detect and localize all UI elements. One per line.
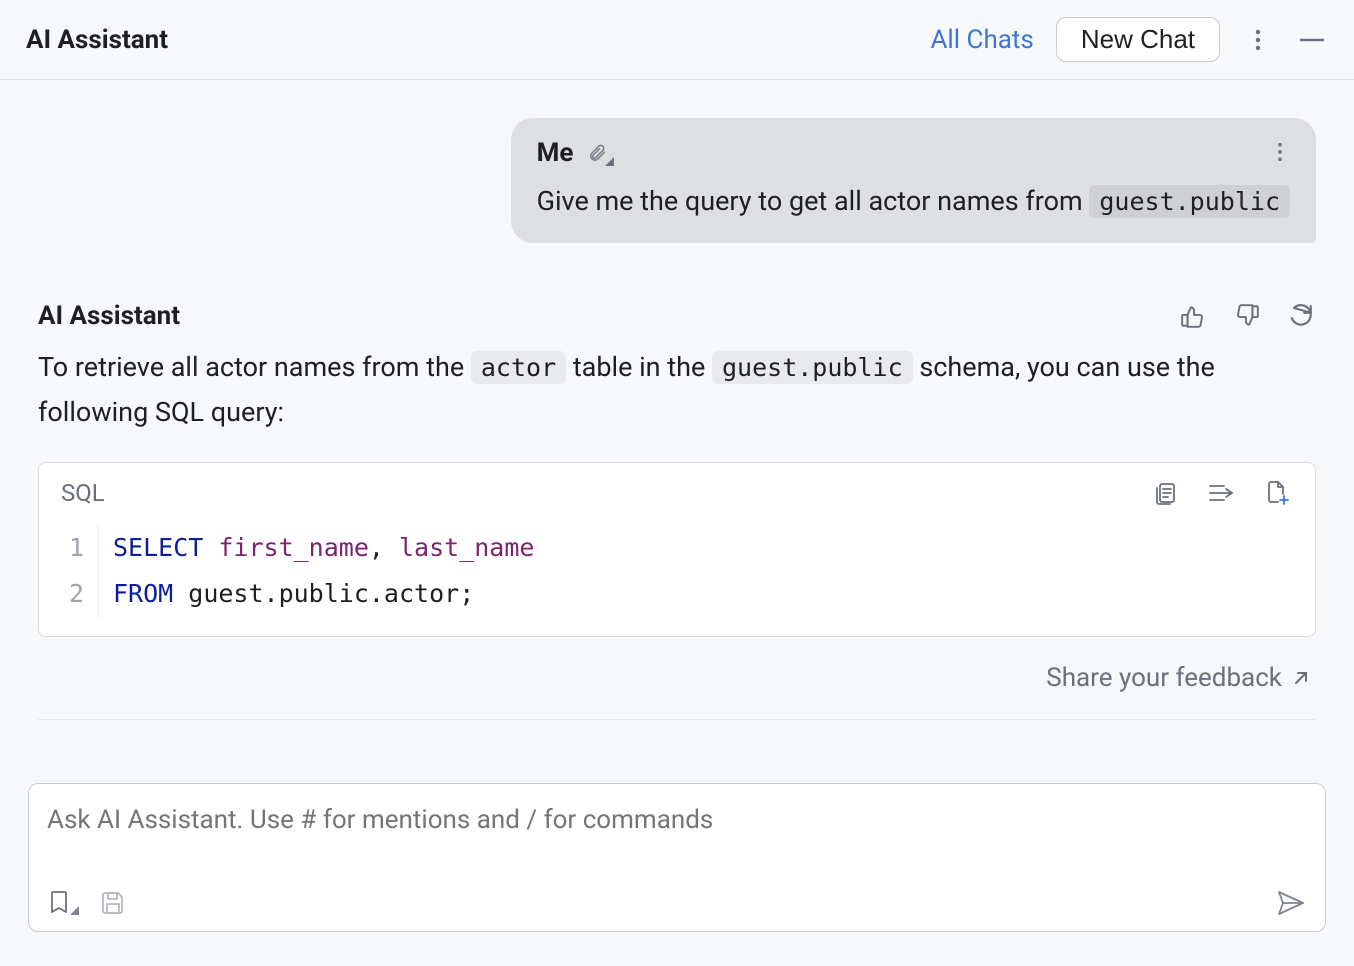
user-inline-code: guest.public: [1089, 185, 1290, 218]
user-message-header: Me: [537, 138, 1290, 168]
code-block-actions: [1149, 477, 1293, 509]
section-divider: [38, 719, 1316, 720]
chat-input-box[interactable]: [28, 783, 1326, 932]
code-block-header: SQL: [39, 463, 1315, 515]
header-actions: All Chats New Chat: [930, 17, 1328, 62]
attachment-icon[interactable]: [587, 142, 614, 164]
assistant-text-p2: table in the: [566, 351, 712, 383]
feedback-row: Share your feedback: [38, 663, 1316, 693]
send-button[interactable]: [1275, 887, 1307, 919]
line-number: 1: [39, 525, 99, 571]
share-feedback-link[interactable]: Share your feedback: [1046, 663, 1310, 693]
chat-input[interactable]: [47, 798, 1307, 875]
code-block: SQL 1 SELECT first_name, last_name: [38, 462, 1316, 637]
code-language-label: SQL: [61, 479, 105, 507]
assistant-message-header: AI Assistant: [38, 301, 1316, 331]
code-line: 2 FROM guest.public.actor;: [39, 571, 1315, 617]
code-body[interactable]: 1 SELECT first_name, last_name 2 FROM gu…: [39, 515, 1315, 636]
assistant-message-block: AI Assistant To retrieve all actor names…: [38, 301, 1316, 693]
bookmark-icon[interactable]: [47, 887, 79, 919]
save-icon[interactable]: [97, 887, 129, 919]
minimize-icon[interactable]: [1296, 24, 1328, 56]
header-bar: AI Assistant All Chats New Chat: [0, 0, 1354, 80]
all-chats-link[interactable]: All Chats: [930, 25, 1033, 55]
assistant-inline-code-1: actor: [471, 351, 566, 384]
insert-code-icon[interactable]: [1205, 477, 1237, 509]
assistant-inline-code-2: guest.public: [712, 351, 913, 384]
code-line: 1 SELECT first_name, last_name: [39, 525, 1315, 571]
line-number: 2: [39, 571, 99, 617]
input-left-icons: [47, 887, 129, 919]
regenerate-icon[interactable]: [1286, 301, 1316, 331]
panel-title: AI Assistant: [26, 25, 168, 55]
input-area: [0, 783, 1354, 966]
assistant-text-p1: To retrieve all actor names from the: [38, 351, 471, 383]
thumbs-down-icon[interactable]: [1232, 301, 1262, 331]
user-sender-label: Me: [537, 138, 574, 168]
copy-code-icon[interactable]: [1149, 477, 1181, 509]
assistant-sender-label: AI Assistant: [38, 301, 180, 331]
input-toolbar: [47, 887, 1307, 919]
new-scratch-file-icon[interactable]: [1261, 477, 1293, 509]
code-content: FROM guest.public.actor;: [99, 571, 474, 617]
user-text-prefix: Give me the query to get all actor names…: [537, 185, 1090, 217]
kebab-menu-icon[interactable]: [1242, 24, 1274, 56]
message-menu-icon[interactable]: [1264, 136, 1296, 168]
user-message-text: Give me the query to get all actor names…: [537, 182, 1290, 221]
assistant-message-text: To retrieve all actor names from the act…: [38, 345, 1316, 434]
thumbs-up-icon[interactable]: [1178, 301, 1208, 331]
assistant-actions: [1178, 301, 1316, 331]
code-content: SELECT first_name, last_name: [99, 525, 534, 571]
new-chat-button[interactable]: New Chat: [1056, 17, 1220, 62]
user-message-bubble: Me Give me the query to get all actor na…: [511, 118, 1316, 243]
feedback-label: Share your feedback: [1046, 663, 1282, 693]
external-link-icon: [1292, 669, 1310, 687]
chat-area: Me Give me the query to get all actor na…: [0, 80, 1354, 783]
